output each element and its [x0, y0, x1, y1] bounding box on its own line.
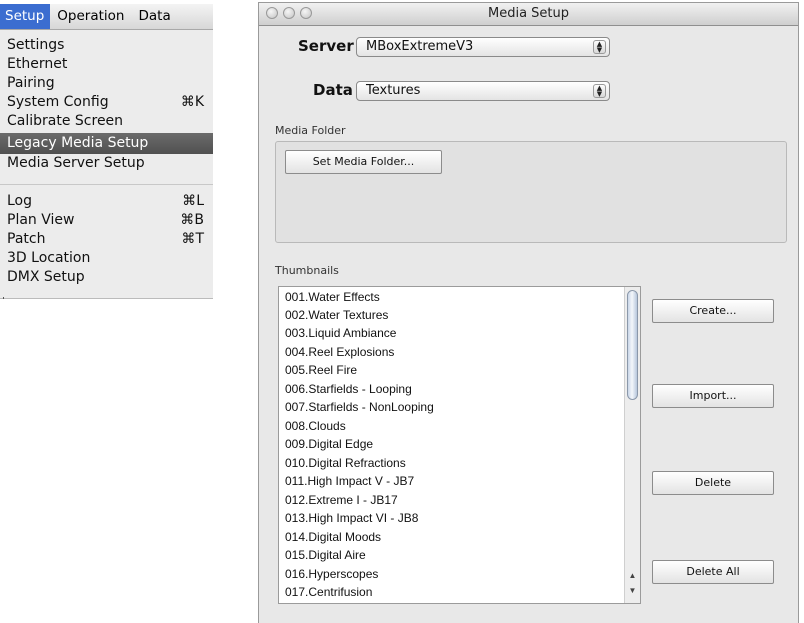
- data-label: Data: [313, 81, 353, 99]
- menu-item-plan-view[interactable]: Plan View ⌘B: [0, 211, 213, 230]
- list-item[interactable]: 001.Water Effects: [285, 288, 380, 306]
- menu-item-label: Pairing: [7, 75, 55, 91]
- list-item[interactable]: 004.Reel Explosions: [285, 343, 394, 361]
- list-item[interactable]: 015.Digital Aire: [285, 546, 366, 564]
- menu-setup[interactable]: Setup: [0, 4, 51, 29]
- list-item[interactable]: 011.High Impact V - JB7: [285, 472, 414, 490]
- list-item[interactable]: 008.Clouds: [285, 417, 346, 435]
- list-scrollbar[interactable]: ▲ ▼: [624, 287, 640, 603]
- list-item[interactable]: 005.Reel Fire: [285, 361, 357, 379]
- list-item[interactable]: 014.Digital Moods: [285, 528, 381, 546]
- menu-item-media-server-setup[interactable]: Media Server Setup: [0, 154, 213, 173]
- menu-item-legacy-media-setup[interactable]: Legacy Media Setup: [0, 133, 213, 154]
- title-bar[interactable]: Media Setup: [259, 3, 798, 26]
- stepper-arrows-icon: ▲ ▼: [593, 84, 606, 98]
- scroll-down-icon[interactable]: ▼: [625, 584, 640, 598]
- server-select-value: MBoxExtremeV3: [366, 39, 474, 54]
- menu-item-shortcut: ⌘B: [180, 212, 204, 228]
- menu-item-log[interactable]: Log ⌘L: [0, 192, 213, 211]
- delete-all-button[interactable]: Delete All: [652, 560, 774, 584]
- data-select-value: Textures: [366, 83, 421, 98]
- list-item[interactable]: 006.Starfields - Looping: [285, 380, 412, 398]
- thumbnails-list[interactable]: 001.Water Effects 002.Water Textures 003…: [278, 286, 641, 604]
- menu-item-label: Log: [7, 193, 33, 209]
- list-item[interactable]: 013.High Impact VI - JB8: [285, 509, 418, 527]
- menu-separator: [0, 184, 213, 185]
- setup-menu-dropdown: Settings Ethernet Pairing System Config ⌘…: [0, 30, 213, 299]
- menu-item-label: DMX Setup: [7, 269, 85, 285]
- menu-item-shortcut: ⌘L: [182, 193, 204, 209]
- list-item[interactable]: 007.Starfields - NonLooping: [285, 398, 434, 416]
- list-item[interactable]: 003.Liquid Ambiance: [285, 324, 396, 342]
- list-item[interactable]: 010.Digital Refractions: [285, 454, 406, 472]
- scrollbar-thumb[interactable]: [627, 290, 638, 400]
- media-setup-window: Media Setup Server MBoxExtremeV3 ▲ ▼ Data…: [258, 2, 799, 623]
- list-item[interactable]: 012.Extreme I - JB17: [285, 491, 398, 509]
- list-item[interactable]: 016.Hyperscopes: [285, 565, 378, 583]
- menu-item-3d-location[interactable]: 3D Location: [0, 249, 213, 268]
- menu-item-pairing[interactable]: Pairing: [0, 74, 213, 93]
- menu-item-shortcut: ⌘K: [180, 94, 204, 110]
- delete-button[interactable]: Delete: [652, 471, 774, 495]
- menu-item-label: Patch: [7, 231, 46, 247]
- server-select[interactable]: MBoxExtremeV3 ▲ ▼: [356, 37, 610, 57]
- set-media-folder-button[interactable]: Set Media Folder...: [285, 150, 442, 174]
- thumbnails-label: Thumbnails: [275, 264, 339, 277]
- menu-item-system-config[interactable]: System Config ⌘K: [0, 93, 213, 112]
- menu-edge-mark: [3, 297, 4, 299]
- menu-item-label: Legacy Media Setup: [7, 135, 149, 151]
- media-folder-label: Media Folder: [275, 124, 346, 137]
- menu-item-settings[interactable]: Settings: [0, 36, 213, 55]
- menu-item-label: System Config: [7, 94, 109, 110]
- menu-data[interactable]: Data: [131, 4, 177, 29]
- menu-item-dmx-setup[interactable]: DMX Setup: [0, 268, 213, 287]
- list-item[interactable]: 017.Centrifusion: [285, 583, 372, 601]
- menu-item-label: Calibrate Screen: [7, 113, 124, 129]
- menu-item-label: 3D Location: [7, 250, 91, 266]
- server-label: Server: [298, 37, 354, 55]
- menu-item-calibrate-screen[interactable]: Calibrate Screen: [0, 112, 213, 131]
- menu-item-label: Media Server Setup: [7, 155, 145, 171]
- menu-operation[interactable]: Operation: [50, 4, 131, 29]
- scroll-up-icon[interactable]: ▲: [625, 569, 640, 583]
- menu-item-ethernet[interactable]: Ethernet: [0, 55, 213, 74]
- stepper-arrows-icon: ▲ ▼: [593, 40, 606, 54]
- create-button[interactable]: Create...: [652, 299, 774, 323]
- menu-item-patch[interactable]: Patch ⌘T: [0, 230, 213, 249]
- menu-bar: Setup Operation Data: [0, 4, 213, 30]
- list-item[interactable]: 002.Water Textures: [285, 306, 388, 324]
- menu-item-label: Settings: [7, 37, 65, 53]
- data-select[interactable]: Textures ▲ ▼: [356, 81, 610, 101]
- list-item[interactable]: 009.Digital Edge: [285, 435, 373, 453]
- menu-item-label: Ethernet: [7, 56, 68, 72]
- menu-item-shortcut: ⌘T: [181, 231, 204, 247]
- menu-item-label: Plan View: [7, 212, 75, 228]
- window-title: Media Setup: [487, 6, 569, 21]
- import-button[interactable]: Import...: [652, 384, 774, 408]
